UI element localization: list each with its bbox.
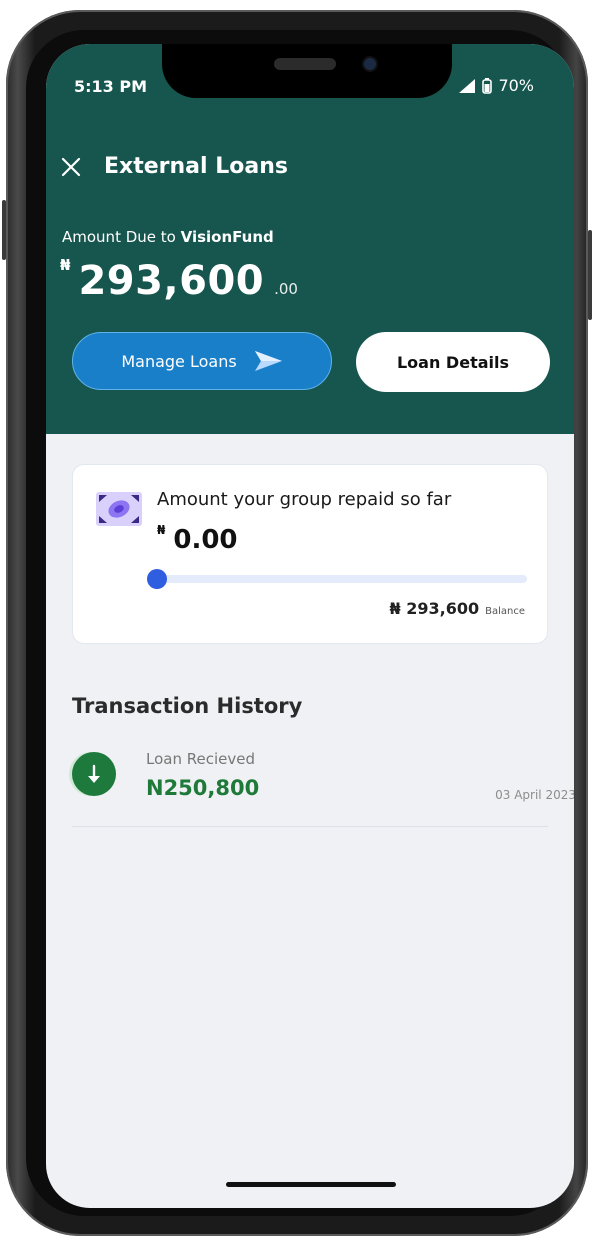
amount-due-value: ₦ 293,600 .00 — [60, 256, 298, 304]
page-title: External Loans — [104, 154, 288, 179]
amount-due-cents: .00 — [274, 280, 298, 298]
home-indicator[interactable] — [226, 1182, 396, 1187]
manage-loans-label: Manage Loans — [121, 351, 237, 371]
battery-percent: 70% — [498, 76, 534, 95]
loan-details-button[interactable]: Loan Details — [356, 332, 550, 392]
transaction-amount: N250,800 — [146, 776, 260, 800]
app-screen: 5:13 PM 70% External Loans Amount Due to… — [46, 44, 574, 1208]
lender-name: VisionFund — [180, 228, 274, 246]
phone-side-button — [588, 230, 592, 320]
money-icon — [96, 492, 142, 526]
progress-knob — [147, 569, 167, 589]
balance-amount: ₦ 293,600 — [389, 599, 480, 618]
loan-details-label: Loan Details — [396, 352, 509, 372]
loan-header: 5:13 PM 70% External Loans Amount Due to… — [46, 44, 574, 434]
manage-loans-button[interactable]: Manage Loans — [72, 332, 332, 390]
camera-notch — [162, 44, 452, 98]
battery-icon — [482, 77, 493, 94]
repaid-amount: ₦ 0.00 — [157, 523, 238, 555]
amount-due-prefix: Amount Due to — [62, 228, 176, 246]
repaid-currency-symbol: ₦ — [157, 523, 166, 537]
balance-label: Balance — [485, 606, 525, 617]
transaction-label: Loan Recieved — [146, 750, 255, 768]
transaction-history-title: Transaction History — [72, 694, 303, 718]
repaid-label: Amount your group repaid so far — [157, 489, 452, 510]
speaker-grille — [274, 58, 336, 70]
status-icons: 70% — [458, 76, 534, 95]
phone-side-button — [2, 200, 6, 260]
status-bar: 5:13 PM 70% — [46, 44, 574, 134]
amount-due-caption: Amount Due to VisionFund — [62, 228, 274, 246]
repayment-progress-bar — [147, 569, 527, 589]
status-time: 5:13 PM — [74, 77, 148, 96]
balance-row: ₦ 293,600 Balance — [390, 599, 525, 618]
repaid-amount-value: 0.00 — [173, 525, 238, 555]
front-camera — [364, 58, 376, 70]
repayment-progress-card: Amount your group repaid so far ₦ 0.00 ₦… — [72, 464, 548, 644]
transaction-row[interactable]: Loan Recieved N250,800 03 April 2023 — [72, 746, 574, 827]
download-arrow-icon — [88, 764, 100, 783]
title-row: External Loans — [60, 154, 288, 179]
close-icon[interactable] — [60, 156, 82, 178]
signal-icon — [459, 78, 476, 93]
transaction-date: 03 April 2023 — [495, 788, 574, 802]
amount-due-main: 293,600 — [78, 258, 265, 304]
transaction-icon — [72, 752, 116, 796]
send-arrow-icon — [254, 351, 282, 371]
currency-symbol: ₦ — [60, 256, 71, 274]
